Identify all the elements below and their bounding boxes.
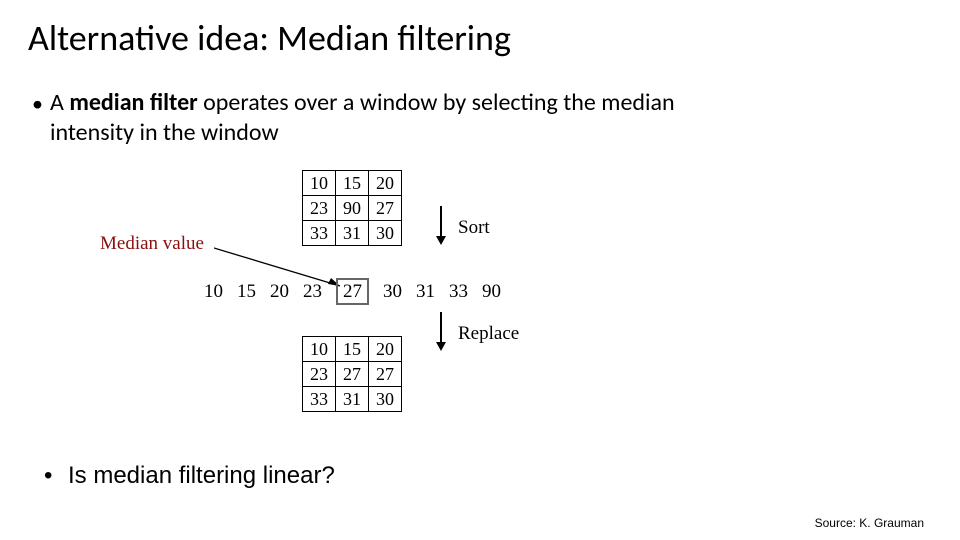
- median-value-label: Median value: [100, 234, 204, 253]
- grid-cell: 20: [369, 337, 402, 362]
- sorted-value: 33: [449, 282, 468, 301]
- grid-cell: 10: [303, 337, 336, 362]
- sorted-value: 31: [416, 282, 435, 301]
- grid-cell: 27: [369, 196, 402, 221]
- bullet-question: • Is median filtering linear?: [68, 462, 335, 490]
- grid-cell: 30: [369, 221, 402, 246]
- grid-cell: 27: [369, 362, 402, 387]
- bullet2-text: Is median filtering linear?: [68, 462, 335, 489]
- median-diagram: Median value 10 15 20 23 90 27 33 31 30: [110, 168, 750, 428]
- bullet1-text-bold: median filter: [69, 88, 197, 117]
- grid-cell: 10: [303, 171, 336, 196]
- bullet-dot-icon: •: [44, 462, 52, 490]
- grid-cell: 15: [336, 171, 369, 196]
- grid-cell: 31: [336, 221, 369, 246]
- replace-label: Replace: [458, 324, 519, 343]
- slide-title: Alternative idea: Median filtering: [28, 16, 511, 60]
- slide: Alternative idea: Median filtering • A m…: [0, 0, 960, 540]
- output-window-grid: 10 15 20 23 27 27 33 31 30: [302, 336, 402, 412]
- input-window-grid: 10 15 20 23 90 27 33 31 30: [302, 170, 402, 246]
- sorted-value: 15: [237, 282, 256, 301]
- sorted-value: 10: [204, 282, 223, 301]
- bullet-definition: • A median filter operates over a window…: [50, 88, 690, 148]
- sort-label: Sort: [458, 218, 490, 237]
- grid-cell: 15: [336, 337, 369, 362]
- sorted-value: 23: [303, 282, 322, 301]
- grid-cell: 31: [336, 387, 369, 412]
- grid-cell: 20: [369, 171, 402, 196]
- grid-cell: 33: [303, 221, 336, 246]
- bullet1-text-prefix: A: [50, 88, 69, 117]
- source-credit: Source: K. Grauman: [815, 516, 924, 530]
- grid-cell: 33: [303, 387, 336, 412]
- sorted-value: 20: [270, 282, 289, 301]
- grid-cell: 23: [303, 362, 336, 387]
- grid-cell: 30: [369, 387, 402, 412]
- sorted-value: 90: [482, 282, 501, 301]
- sorted-value: 30: [383, 282, 402, 301]
- sorted-median-value: 27: [336, 278, 369, 305]
- bullet-dot-icon: •: [32, 90, 43, 118]
- grid-cell: 27: [336, 362, 369, 387]
- grid-cell: 90: [336, 196, 369, 221]
- sorted-values-row: 10 15 20 23 27 30 31 33 90: [204, 282, 501, 301]
- grid-cell: 23: [303, 196, 336, 221]
